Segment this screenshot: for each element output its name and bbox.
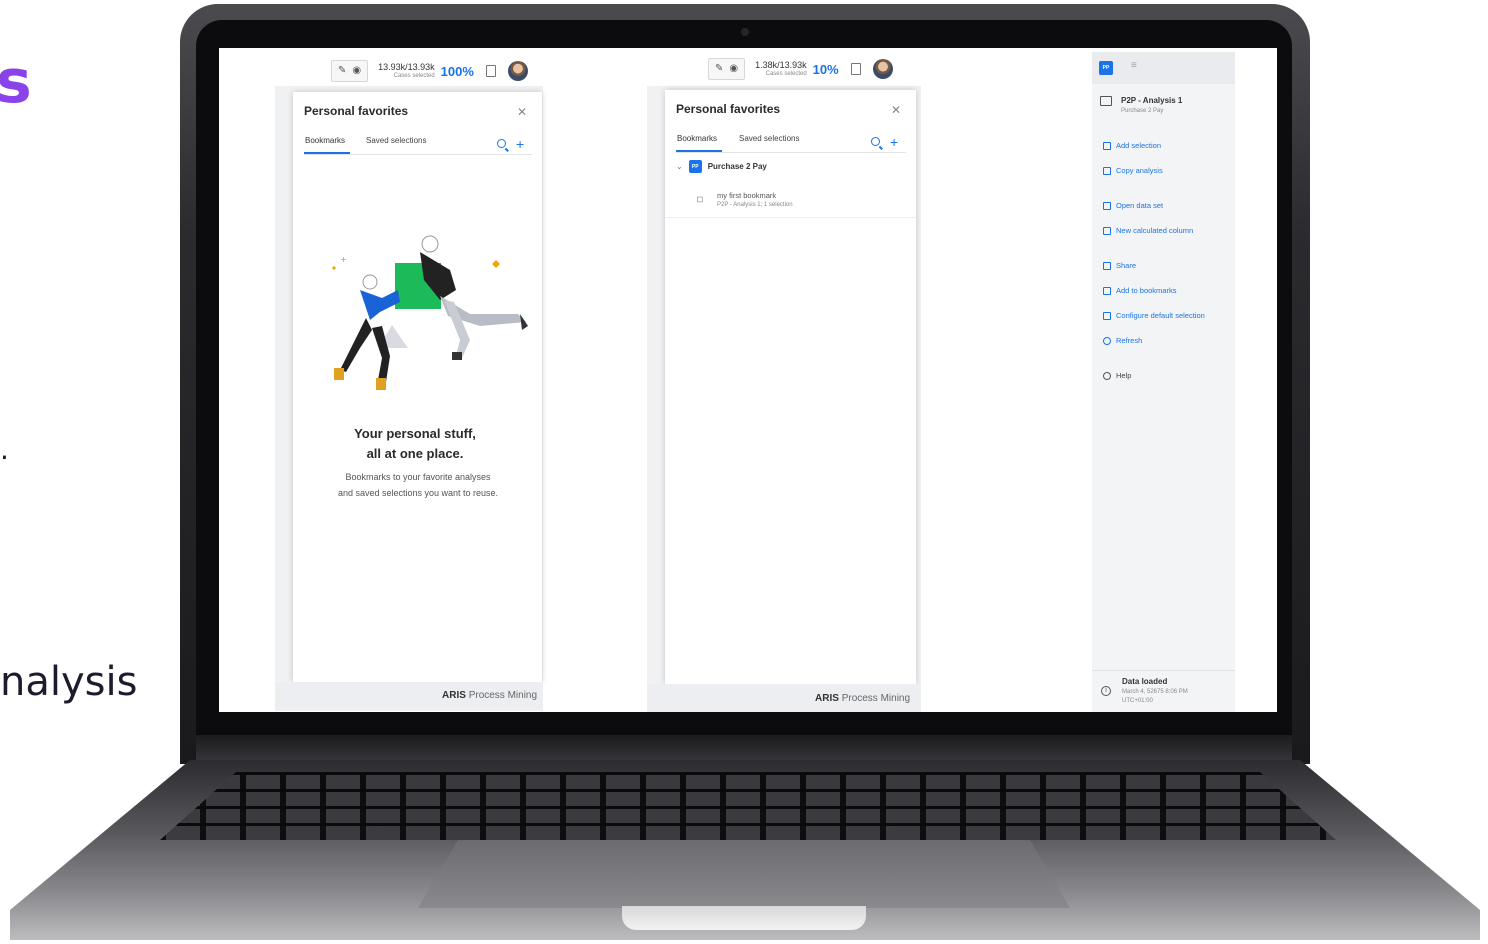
eye-icon[interactable]: ◉ [729, 64, 738, 74]
menu-add-to-bookmarks[interactable]: Add to bookmarks [1103, 286, 1176, 295]
refresh-icon [1103, 336, 1111, 345]
menu-add-selection[interactable]: Add selection [1103, 141, 1161, 150]
brand-logo: ARIS Process Mining [815, 693, 910, 704]
pp-badge: PP [688, 160, 702, 173]
screen1-topbar: ✎ ◉ 13.93k/13.93k Cases selected 100% [331, 52, 528, 90]
menu-label: Add selection [1116, 141, 1162, 150]
analysis-title: P2P - Analysis 1 [1121, 96, 1183, 105]
close-icon[interactable]: ✕ [517, 105, 527, 119]
database-icon [1103, 201, 1111, 210]
slide-bullet-fragment: . [0, 433, 9, 466]
tab-divider [304, 154, 532, 155]
trackpad [418, 840, 1070, 908]
menu-configure-default-selection[interactable]: Configure default selection [1103, 311, 1205, 320]
sidebar-header [1092, 52, 1235, 84]
bookmark-icon[interactable] [850, 63, 861, 75]
mode-toggle[interactable]: ✎ ◉ [708, 58, 746, 80]
avatar[interactable] [507, 61, 528, 81]
group-name: Purchase 2 Pay [707, 162, 767, 171]
analysis-sidebar [1092, 52, 1235, 712]
menu-label: Copy analysis [1116, 166, 1163, 175]
plus-icon[interactable]: + [890, 135, 898, 149]
menu-label: Share [1116, 261, 1137, 270]
tab-saved-selections[interactable]: Saved selections [366, 136, 426, 145]
cases-count: 13.93k/13.93k [378, 62, 435, 72]
selection-percent: 10% [812, 61, 839, 77]
slide-text-fragment: nalysis [0, 659, 138, 705]
brand-rest: Process Mining [468, 690, 538, 701]
chevron-down-icon[interactable]: ⌄ [676, 162, 683, 171]
calculator-icon [1103, 226, 1111, 235]
empty-state-text-2: and saved selections you want to reuse. [337, 488, 499, 498]
bookmark-name[interactable]: my first bookmark [717, 191, 776, 200]
laptop-notch [622, 906, 866, 930]
menu-label: New calculated column [1116, 226, 1194, 235]
status-date: March 4, 52675 8:06 PM [1122, 689, 1188, 695]
empty-state-illustration: + [332, 235, 528, 390]
panel-title: Personal favorites [304, 104, 409, 118]
eye-icon[interactable]: ◉ [352, 66, 361, 76]
pencil-icon[interactable]: ✎ [338, 66, 346, 76]
tab-bookmarks[interactable]: Bookmarks [305, 136, 345, 145]
menu-label: Add to bookmarks [1116, 286, 1177, 295]
brand-bold: ARIS [442, 690, 466, 701]
bookmark-icon[interactable] [485, 65, 496, 77]
menu-label: Refresh [1116, 336, 1143, 345]
menu-copy-analysis[interactable]: Copy analysis [1103, 166, 1163, 175]
empty-state-heading-1: Your personal stuff, [354, 426, 476, 441]
search-icon[interactable] [871, 137, 880, 146]
tag-icon [1103, 286, 1111, 295]
brand-bold: ARIS [815, 693, 839, 704]
share-icon [1103, 261, 1111, 270]
cases-label: Cases selected [393, 73, 435, 79]
menu-label: Help [1116, 371, 1132, 380]
favorites-panel [665, 90, 916, 684]
configure-icon [1103, 311, 1111, 320]
analysis-icon [1100, 96, 1112, 106]
cases-label: Cases selected [765, 71, 807, 77]
menu-share[interactable]: Share [1103, 261, 1136, 270]
svg-text:+: + [340, 255, 347, 264]
slide-heading-fragment: s [0, 47, 32, 117]
mode-toggle[interactable]: ✎ ◉ [331, 60, 369, 82]
bookmark-detail: P2P - Analysis 1; 1 selection [717, 202, 793, 208]
close-icon[interactable]: ✕ [891, 103, 901, 117]
cases-selected: 13.93k/13.93k Cases selected [378, 62, 435, 80]
bookmark-group[interactable]: ⌄ PP Purchase 2 Pay [676, 160, 767, 173]
tab-divider [676, 152, 906, 153]
status-timezone: UTC+01:00 [1122, 698, 1153, 704]
pp-badge[interactable]: PP [1099, 61, 1113, 75]
plus-icon[interactable]: + [516, 137, 524, 151]
empty-state-text-1: Bookmarks to your favorite analyses [345, 472, 491, 482]
empty-state-heading-2: all at one place. [366, 446, 464, 461]
selection-percent: 100% [440, 63, 474, 79]
status-title: Data loaded [1122, 677, 1168, 686]
search-icon[interactable] [497, 139, 506, 148]
cases-count: 1.38k/13.93k [755, 60, 807, 70]
menu-label: Configure default selection [1116, 311, 1205, 320]
webcam [741, 28, 749, 36]
copy-icon [1103, 166, 1111, 175]
menu-help[interactable]: Help [1103, 371, 1131, 380]
screen2-topbar: ✎ ◉ 1.38k/13.93k Cases selected 10% [708, 50, 893, 88]
cases-selected: 1.38k/13.93k Cases selected [755, 60, 807, 78]
analysis-subtitle: Purchase 2 Pay [1121, 108, 1164, 114]
add-selection-icon [1103, 141, 1111, 150]
brand-rest: Process Mining [841, 693, 911, 704]
info-icon: i [1101, 686, 1111, 696]
tab-bookmarks[interactable]: Bookmarks [677, 134, 717, 143]
avatar[interactable] [872, 59, 893, 79]
tab-saved-selections[interactable]: Saved selections [739, 134, 799, 143]
menu-new-calculated-column[interactable]: New calculated column [1103, 226, 1193, 235]
menu-refresh[interactable]: Refresh [1103, 336, 1142, 345]
keyboard-rows [160, 772, 1336, 840]
menu-label: Open data set [1116, 201, 1164, 210]
help-icon [1103, 371, 1111, 380]
pencil-icon[interactable]: ✎ [715, 64, 723, 74]
hamburger-icon[interactable]: ≡ [1131, 60, 1137, 71]
menu-open-data-set[interactable]: Open data set [1103, 201, 1163, 210]
brand-logo: ARIS Process Mining [442, 690, 537, 701]
panel-title: Personal favorites [676, 102, 781, 116]
